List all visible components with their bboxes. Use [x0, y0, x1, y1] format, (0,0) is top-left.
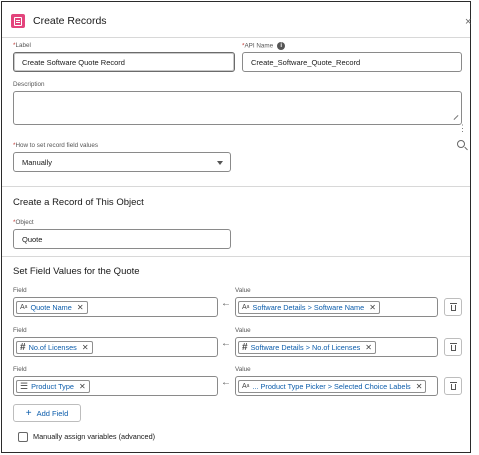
field-pill: Aa Quote Name ✕ — [16, 300, 88, 314]
value-label: Value — [235, 327, 251, 334]
delete-row-button[interactable] — [444, 298, 462, 316]
remove-icon[interactable]: ✕ — [79, 382, 86, 391]
value-select[interactable]: # Software Details > No.of Licenses ✕ — [235, 337, 438, 357]
close-icon[interactable]: × — [465, 16, 475, 28]
how-to-set-value: Manually — [22, 157, 53, 167]
api-name-input[interactable]: Create_Software_Quote_Record — [242, 52, 462, 72]
remove-icon[interactable]: ✕ — [77, 303, 84, 312]
text-icon: Aa — [20, 303, 28, 311]
create-record-section-title: Create a Record of This Object — [13, 197, 144, 208]
field-pill: ☰ Product Type ✕ — [16, 379, 90, 393]
label-field-label: Label — [15, 42, 31, 49]
api-name-label: API Name — [244, 42, 274, 50]
value-pill: Aa... Product Type Picker > Selected Cho… — [238, 379, 427, 393]
remove-icon[interactable]: ✕ — [82, 343, 89, 352]
value-pill: # Software Details > No.of Licenses ✕ — [238, 340, 376, 354]
header-divider — [2, 37, 470, 38]
how-to-set-label: How to set record field values — [15, 142, 99, 149]
trash-icon — [449, 303, 457, 311]
text-icon: Aa — [242, 303, 250, 311]
arrow-left-icon: ← — [221, 377, 231, 388]
info-icon[interactable]: i — [277, 42, 286, 50]
object-label: Object — [15, 219, 34, 226]
how-to-set-select[interactable]: Manually — [13, 152, 231, 172]
trash-icon — [449, 382, 457, 390]
field-select[interactable]: # No.of Licenses ✕ — [13, 337, 218, 357]
set-values-section-title: Set Field Values for the Quote — [13, 266, 140, 277]
value-label: Value — [235, 287, 251, 294]
delete-row-button[interactable] — [444, 338, 462, 356]
field-label: Field — [13, 366, 27, 373]
number-icon: # — [242, 341, 248, 353]
create-records-dialog: Create Records × *Label Create Software … — [1, 1, 471, 453]
section-divider-2 — [2, 256, 470, 257]
manual-assign-checkbox[interactable] — [18, 432, 28, 442]
trash-icon — [449, 343, 457, 351]
field-label: Field — [13, 327, 27, 334]
picklist-icon: ☰ — [20, 380, 29, 391]
object-input[interactable]: Quote — [13, 229, 231, 249]
value-label: Value — [235, 366, 251, 373]
value-select[interactable]: Aa Software Details > Software Name ✕ — [235, 297, 438, 317]
plus-icon: + — [25, 407, 32, 419]
remove-icon[interactable]: ✕ — [416, 382, 423, 391]
text-icon: Aa — [242, 382, 250, 390]
label-input[interactable]: Create Software Quote Record — [13, 52, 235, 72]
add-field-button[interactable]: + Add Field — [13, 404, 81, 422]
description-textarea[interactable] — [13, 91, 462, 125]
field-select[interactable]: ☰ Product Type ✕ — [13, 376, 218, 396]
section-divider — [2, 186, 470, 187]
remove-icon[interactable]: ✕ — [369, 303, 376, 312]
value-pill: Aa Software Details > Software Name ✕ — [238, 300, 380, 314]
dialog-header: Create Records — [2, 2, 470, 38]
number-icon: # — [20, 341, 26, 353]
chevron-down-icon — [217, 161, 223, 165]
field-label: Field — [13, 287, 27, 294]
create-record-icon — [11, 14, 25, 28]
arrow-left-icon: ← — [221, 298, 231, 309]
delete-row-button[interactable] — [444, 377, 462, 395]
more-dots-icon[interactable]: ⋮ — [458, 123, 467, 134]
arrow-left-icon: ← — [221, 338, 231, 349]
search-icon[interactable] — [457, 140, 465, 148]
field-select[interactable]: Aa Quote Name ✕ — [13, 297, 218, 317]
side-panel: ⋮ — [451, 120, 473, 160]
dialog-title: Create Records — [33, 15, 107, 27]
value-select[interactable]: Aa... Product Type Picker > Selected Cho… — [235, 376, 438, 396]
description-label: Description — [13, 81, 45, 88]
field-pill: # No.of Licenses ✕ — [16, 340, 93, 354]
manual-assign-label: Manually assign variables (advanced) — [33, 432, 156, 441]
remove-icon[interactable]: ✕ — [365, 343, 372, 352]
